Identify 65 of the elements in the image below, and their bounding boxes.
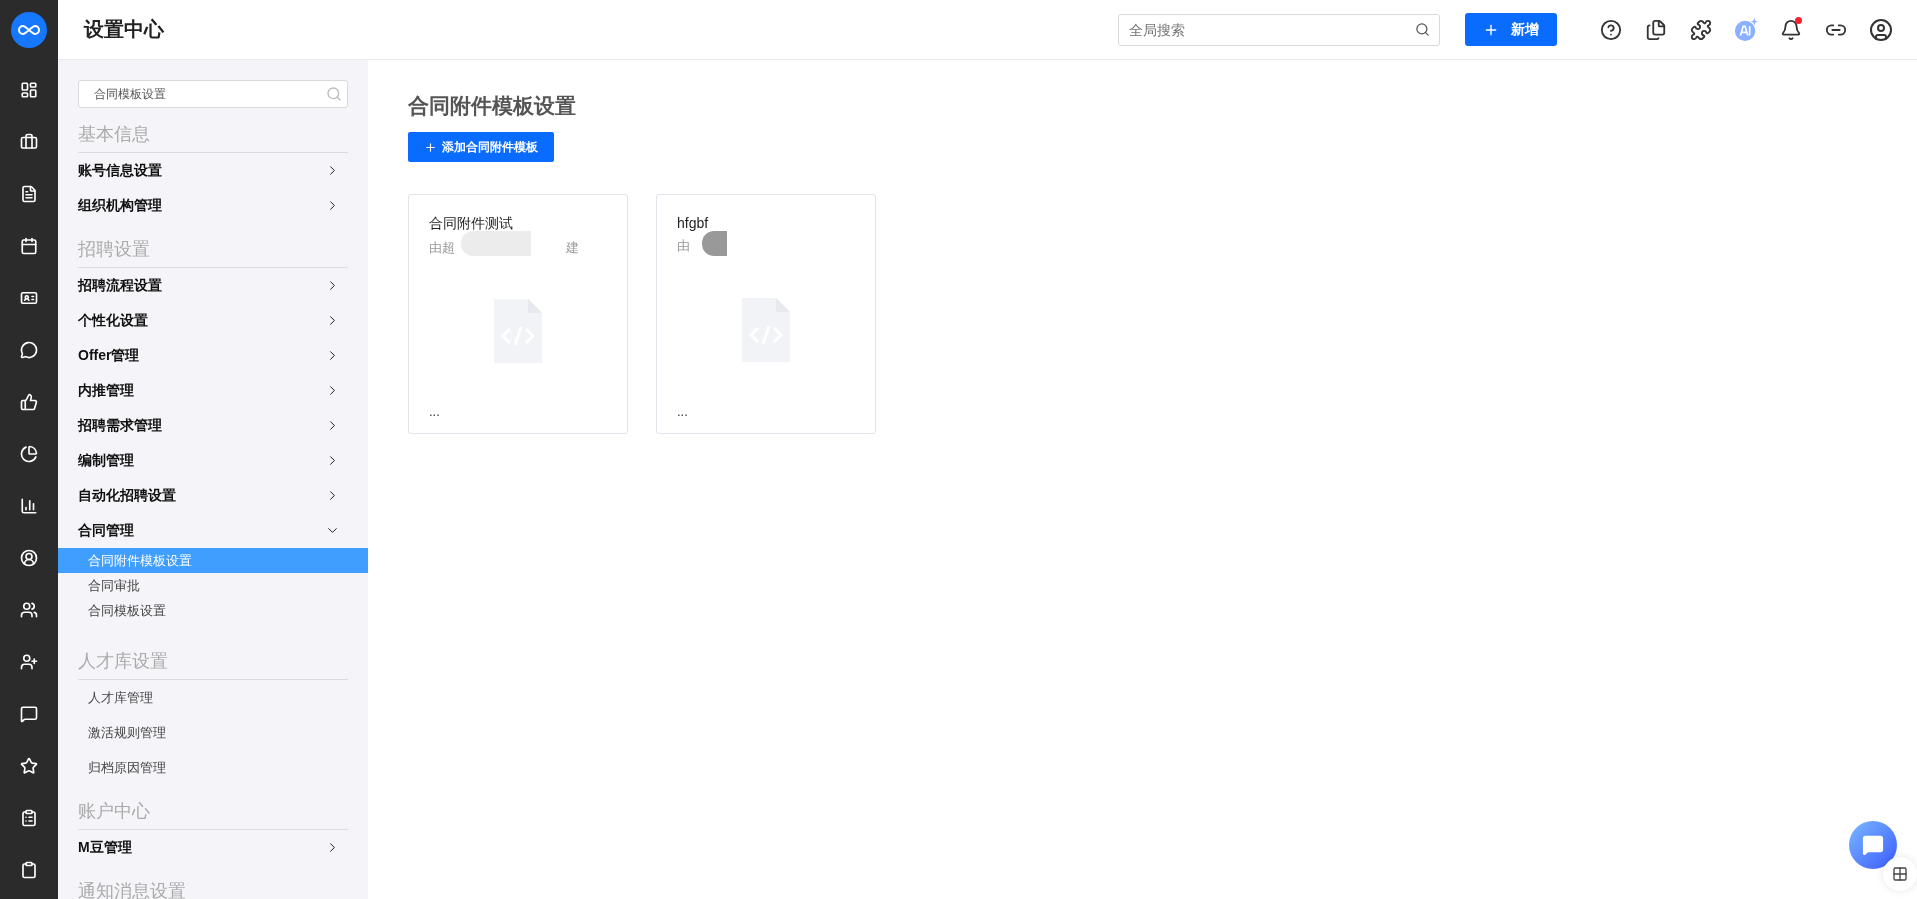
- section-heading: 基本信息: [78, 114, 348, 153]
- menu-item[interactable]: Offer管理: [78, 338, 348, 373]
- menu-search-field[interactable]: 合同模板设置: [78, 80, 348, 108]
- briefcase-icon[interactable]: [20, 133, 38, 151]
- search-icon: [326, 86, 342, 102]
- menu-item[interactable]: 招聘需求管理: [78, 408, 348, 443]
- template-card[interactable]: 合同附件测试 由超 建 ...: [408, 194, 628, 434]
- bar-chart-icon[interactable]: [20, 497, 38, 515]
- global-search-field[interactable]: 全局搜索: [1118, 13, 1440, 46]
- calendar-icon[interactable]: [20, 237, 38, 255]
- puzzle-icon[interactable]: [1690, 18, 1712, 41]
- chat-bubble-icon: [1862, 834, 1884, 856]
- section-heading: 通知消息设置: [78, 871, 348, 899]
- id-card-icon[interactable]: [20, 289, 38, 307]
- add-template-button[interactable]: 添加合同附件模板: [408, 132, 554, 162]
- section-heading: 账户中心: [78, 791, 348, 830]
- message-icon[interactable]: [20, 705, 38, 723]
- section-heading: 人才库设置: [78, 641, 348, 680]
- menu-item[interactable]: 合同管理: [78, 513, 348, 548]
- chat-bubbles-icon[interactable]: [20, 341, 38, 359]
- star-icon[interactable]: [20, 757, 38, 775]
- help-icon[interactable]: [1600, 18, 1622, 41]
- submenu-item[interactable]: 合同模板设置: [58, 598, 368, 623]
- menu-item[interactable]: 组织机构管理: [78, 188, 348, 223]
- section-heading: 招聘设置: [78, 229, 348, 268]
- user-circle-icon[interactable]: [20, 549, 38, 567]
- new-button[interactable]: 新增: [1465, 13, 1557, 46]
- card-subtitle: 由: [677, 237, 690, 255]
- more-menu[interactable]: ...: [429, 404, 607, 419]
- apps-button[interactable]: [1883, 857, 1917, 891]
- card-subtitle: 由超: [429, 239, 455, 257]
- menu-item[interactable]: 内推管理: [78, 373, 348, 408]
- thumbs-up-icon[interactable]: [20, 393, 38, 411]
- menu-item[interactable]: 归档原因管理: [78, 750, 348, 785]
- documents-icon[interactable]: [1645, 18, 1667, 41]
- card-subtitle: 建: [566, 239, 579, 257]
- search-icon: [1415, 21, 1430, 37]
- users-icon[interactable]: [20, 601, 38, 619]
- menu-item[interactable]: 人才库管理: [78, 680, 348, 715]
- app-logo-icon[interactable]: [11, 12, 47, 48]
- menu-item[interactable]: 账号信息设置: [78, 153, 348, 188]
- submenu-item[interactable]: 合同审批: [58, 573, 368, 598]
- grid-icon: [1892, 866, 1908, 882]
- menu-item[interactable]: M豆管理: [78, 830, 348, 865]
- clipboard-icon[interactable]: [20, 861, 38, 879]
- chat-support-button[interactable]: [1849, 821, 1897, 869]
- menu-item[interactable]: 激活规则管理: [78, 715, 348, 750]
- plus-icon: [424, 140, 437, 154]
- more-menu[interactable]: ...: [677, 404, 855, 419]
- menu-item[interactable]: 招聘流程设置: [78, 268, 348, 303]
- clipboard-icon[interactable]: [20, 809, 38, 827]
- page-title: 设置中心: [84, 17, 165, 42]
- menu-item[interactable]: 个性化设置: [78, 303, 348, 338]
- dashboard-icon[interactable]: [20, 81, 38, 99]
- menu-item[interactable]: 编制管理: [78, 443, 348, 478]
- redaction-mark: [702, 231, 727, 256]
- document-user-icon[interactable]: [20, 185, 38, 203]
- template-card[interactable]: hfgbf 由 ...: [656, 194, 876, 434]
- section-title: 合同附件模板设置: [408, 93, 577, 119]
- pie-chart-icon[interactable]: [20, 445, 38, 463]
- card-title: hfgbf: [677, 215, 710, 231]
- user-avatar-icon[interactable]: [1869, 17, 1893, 42]
- card-title: 合同附件测试: [429, 215, 514, 233]
- notifications-button[interactable]: [1779, 17, 1803, 42]
- menu-item[interactable]: 自动化招聘设置: [78, 478, 348, 513]
